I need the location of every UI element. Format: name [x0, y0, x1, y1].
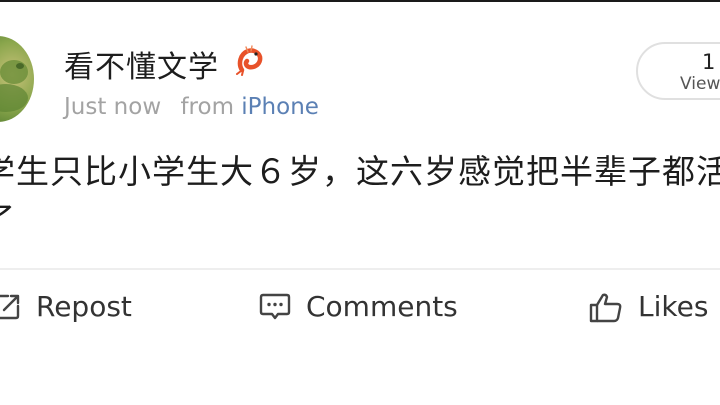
view-label: View: [680, 74, 720, 94]
view-count-button[interactable]: 1 View: [636, 42, 720, 100]
repost-label: Repost: [36, 290, 132, 323]
post-meta: Just now from iPhone: [64, 94, 319, 120]
actions-divider: [0, 268, 720, 270]
avatar-image: [0, 36, 34, 122]
likes-button[interactable]: Likes: [588, 288, 720, 328]
comments-button[interactable]: Comments: [258, 288, 478, 328]
user-avatar[interactable]: [0, 36, 34, 122]
shrimp-badge-icon: [234, 44, 266, 76]
username[interactable]: 看不懂文学: [64, 42, 219, 86]
post-card: 看不懂文学 Just now from iPhone 1 View 学生只比小学…: [0, 0, 720, 405]
repost-button[interactable]: Repost: [0, 288, 152, 328]
post-body-text: 学生只比小学生大６岁，这六岁感觉把半辈子都活 了: [0, 152, 720, 239]
likes-label: Likes: [638, 290, 709, 323]
comment-bubble-icon: [259, 293, 291, 320]
comments-label: Comments: [306, 290, 458, 323]
repost-icon: [0, 294, 20, 320]
post-source-device[interactable]: iPhone: [241, 94, 319, 120]
post-timestamp: Just now: [64, 94, 162, 120]
top-edge-divider: [0, 0, 720, 2]
thumbs-up-icon: [589, 293, 622, 323]
post-source-prefix: from: [180, 94, 234, 120]
view-count: 1: [702, 50, 716, 74]
